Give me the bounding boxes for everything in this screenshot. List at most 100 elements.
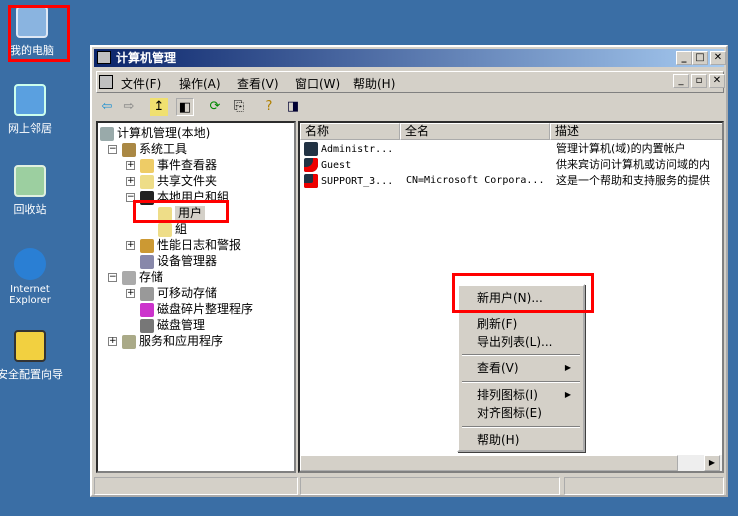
- device-manager-icon: [140, 254, 154, 269]
- user-icon: [304, 142, 318, 156]
- row-fullname: CN=Microsoft Corpora...: [406, 175, 545, 186]
- context-menu: 新用户(N)... 刷新(F) 导出列表(L)... 查看(V) ▶ 排列图标(I…: [457, 284, 585, 452]
- expand-icon[interactable]: +: [108, 337, 117, 346]
- menu-action[interactable]: 操作(A): [179, 75, 221, 92]
- expand-icon[interactable]: +: [126, 241, 135, 250]
- maximize-button[interactable]: □: [692, 51, 708, 65]
- desktop-icon-my-computer[interactable]: 我的电脑: [0, 6, 72, 58]
- removable-storage-icon: [140, 286, 154, 301]
- row-description: 这是一个帮助和支持服务的提供: [556, 174, 710, 187]
- disabled-user-icon: [304, 158, 318, 172]
- child-restore-button[interactable]: ▫: [691, 74, 707, 88]
- close-button[interactable]: ✕: [710, 51, 726, 65]
- computer-management-window: 计算机管理 _ □ ✕ 文件(F) 操作(A) 查看(V) 窗口(W) 帮助(H…: [90, 45, 728, 497]
- tools-icon: [122, 142, 136, 157]
- menu-item-arrange-icons[interactable]: 排列图标(I) ▶: [477, 386, 577, 404]
- recycle-bin-icon: [14, 165, 46, 197]
- toolbar: ⇦ ⇨ ↥ ◧ ⟳ ⎘ ? ◨: [96, 95, 724, 119]
- scroll-right-button[interactable]: ▶: [704, 455, 720, 471]
- horizontal-scrollbar[interactable]: ▶: [300, 455, 722, 471]
- scrollbar-thumb[interactable]: [300, 455, 678, 471]
- menu-file[interactable]: 文件(F): [121, 75, 161, 92]
- collapse-icon[interactable]: −: [126, 193, 135, 202]
- app-icon: [97, 51, 111, 64]
- expand-icon[interactable]: +: [126, 289, 135, 298]
- services-icon: [122, 334, 136, 349]
- menu-view[interactable]: 查看(V): [237, 75, 279, 92]
- event-viewer-icon: [140, 158, 154, 173]
- tree-item-users[interactable]: 用户: [158, 205, 206, 221]
- tree-item-disk-management[interactable]: 磁盘管理: [140, 317, 205, 333]
- collapse-icon[interactable]: −: [108, 273, 117, 282]
- menu-item-help[interactable]: 帮助(H): [477, 431, 577, 449]
- disabled-user-icon: [304, 174, 318, 188]
- status-panel: [300, 477, 560, 495]
- folder-icon: [140, 174, 154, 189]
- menu-item-export-list[interactable]: 导出列表(L)...: [477, 333, 577, 351]
- tree-item-removable-storage[interactable]: 可移动存储: [140, 285, 217, 301]
- menu-help[interactable]: 帮助(H): [353, 75, 395, 92]
- tree-item-local-users-groups[interactable]: 本地用户和組: [140, 189, 229, 205]
- tree-root[interactable]: 计算机管理(本地): [100, 125, 210, 141]
- mmc-icon: [99, 75, 113, 89]
- tree-item-event-viewer[interactable]: 事件查看器: [140, 157, 217, 173]
- performance-icon: [140, 238, 154, 253]
- column-header-description[interactable]: 描述: [550, 123, 722, 140]
- expand-icon[interactable]: +: [126, 161, 135, 170]
- help-icon[interactable]: ?: [260, 98, 278, 116]
- submenu-arrow-icon: ▶: [564, 390, 571, 399]
- menu-item-line-up-icons[interactable]: 对齐图标(E): [477, 404, 577, 422]
- collapse-icon[interactable]: −: [108, 145, 117, 154]
- minimize-button[interactable]: _: [676, 51, 692, 65]
- storage-icon: [122, 270, 136, 285]
- status-bar: [94, 477, 726, 495]
- tree-item-device-manager[interactable]: 设备管理器: [140, 253, 217, 269]
- list-row[interactable]: SUPPORT_3...: [304, 173, 393, 189]
- desktop-icon-recycle-bin[interactable]: 回收站: [0, 165, 70, 217]
- status-panel: [94, 477, 298, 495]
- tree-item-defrag[interactable]: 磁盘碎片整理程序: [140, 301, 253, 317]
- column-header-name[interactable]: 名称: [300, 123, 400, 140]
- menu-item-refresh[interactable]: 刷新(F): [477, 315, 577, 333]
- folder-icon: [158, 222, 172, 237]
- defrag-icon: [140, 302, 154, 317]
- desktop-icon-network[interactable]: 网上邻居: [0, 84, 70, 136]
- menu-separator: [462, 354, 580, 356]
- refresh-icon[interactable]: ⟳: [206, 98, 224, 116]
- forward-icon[interactable]: ⇨: [120, 98, 138, 116]
- desktop-icon-security-wizard[interactable]: 安全配置向导: [0, 330, 70, 382]
- submenu-arrow-icon: ▶: [564, 363, 571, 372]
- export-icon[interactable]: ⎘: [230, 98, 248, 116]
- show-tree-icon[interactable]: ◧: [176, 98, 194, 116]
- child-close-button[interactable]: ✕: [709, 74, 725, 88]
- row-description: 供来宾访问计算机或访问域的内: [556, 158, 710, 171]
- menu-separator: [462, 381, 580, 383]
- expand-icon[interactable]: +: [126, 177, 135, 186]
- action-pane-icon[interactable]: ◨: [284, 98, 302, 116]
- tree-item-performance-logs[interactable]: 性能日志和警报: [140, 237, 241, 253]
- users-icon: [140, 190, 154, 205]
- menu-window[interactable]: 窗口(W): [295, 75, 340, 92]
- column-header-fullname[interactable]: 全名: [400, 123, 550, 140]
- title-bar[interactable]: 计算机管理 _ □ ✕: [94, 49, 726, 67]
- wizard-icon: [14, 330, 46, 362]
- list-row[interactable]: Administr...: [304, 141, 393, 157]
- child-minimize-button[interactable]: _: [673, 74, 689, 88]
- tree-item-system-tools[interactable]: 系统工具: [122, 141, 187, 157]
- menu-bar: 文件(F) 操作(A) 查看(V) 窗口(W) 帮助(H) _ ▫ ✕: [96, 71, 725, 93]
- internet-explorer-icon: [14, 248, 46, 280]
- computer-icon: [16, 6, 48, 38]
- tree-item-storage[interactable]: 存储: [122, 269, 163, 285]
- back-icon[interactable]: ⇦: [98, 98, 116, 116]
- menu-separator: [462, 426, 580, 428]
- tree-item-groups[interactable]: 組: [158, 221, 187, 237]
- list-row[interactable]: Guest: [304, 157, 351, 173]
- menu-separator: [462, 311, 580, 313]
- tree-pane: 计算机管理(本地) − 系统工具 + 事件查看器 + 共享文件夹 − 本地用户和…: [96, 121, 296, 473]
- menu-item-new-user[interactable]: 新用户(N)...: [477, 289, 577, 307]
- tree-item-shared-folders[interactable]: 共享文件夹: [140, 173, 217, 189]
- desktop-icon-ie[interactable]: Internet Explorer: [0, 248, 70, 306]
- up-folder-icon[interactable]: ↥: [150, 98, 168, 116]
- menu-item-view[interactable]: 查看(V) ▶: [477, 359, 577, 377]
- tree-item-services-apps[interactable]: 服务和应用程序: [122, 333, 223, 349]
